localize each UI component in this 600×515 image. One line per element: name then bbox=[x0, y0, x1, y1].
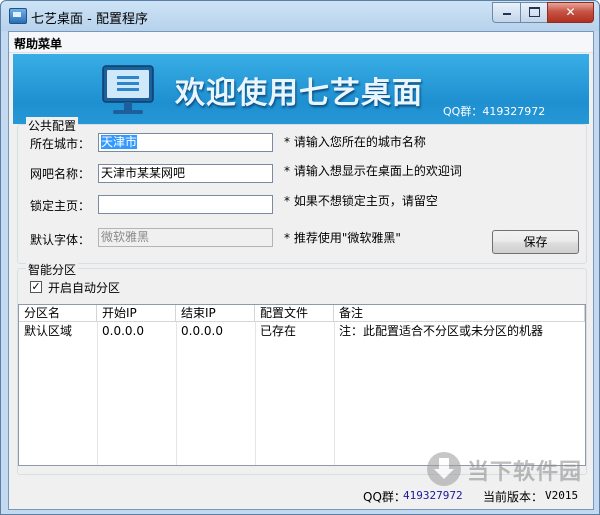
netbar-name-input[interactable]: 天津市某某网吧 bbox=[98, 164, 273, 183]
font-value: 微软雅黑 bbox=[101, 230, 150, 244]
table-header-cell[interactable]: 配置文件 bbox=[255, 305, 334, 322]
close-icon: ✕ bbox=[565, 5, 576, 19]
auto-partition-label[interactable]: 开启自动分区 bbox=[48, 279, 120, 296]
column-partition-name: 分区名 默认区域 bbox=[19, 305, 98, 465]
banner-qq-group: QQ群：419327972 bbox=[443, 105, 546, 118]
city-value: 天津市 bbox=[101, 135, 138, 149]
font-hint: * 推荐使用"微软雅黑" bbox=[284, 231, 401, 245]
table-cell[interactable]: 注：此配置适合不分区或未分区的机器 bbox=[339, 323, 543, 340]
close-button[interactable]: ✕ bbox=[547, 2, 594, 23]
smart-partition-legend: 智能分区 bbox=[26, 261, 79, 278]
status-version-label: 当前版本： bbox=[483, 490, 544, 504]
title-bar[interactable]: 七艺桌面 - 配置程序 ✕ bbox=[1, 1, 599, 31]
status-qq-label: QQ群： bbox=[363, 490, 406, 504]
table-cell[interactable]: 0.0.0.0 bbox=[102, 323, 144, 340]
app-icon bbox=[9, 8, 27, 24]
monitor-icon bbox=[102, 65, 154, 114]
window-title: 七艺桌面 - 配置程序 bbox=[31, 12, 148, 27]
save-button[interactable]: 保存 bbox=[492, 230, 579, 254]
column-end-ip: 结束IP 0.0.0.0 bbox=[176, 305, 256, 465]
column-notes: 备注 注：此配置适合不分区或未分区的机器 bbox=[334, 305, 585, 465]
table-header-cell[interactable]: 结束IP bbox=[176, 305, 255, 322]
font-label: 默认字体： bbox=[30, 233, 91, 247]
maximize-icon bbox=[528, 7, 540, 17]
menu-help[interactable]: 帮助菜单 bbox=[14, 35, 62, 52]
client-area: 帮助菜单 欢迎使用七艺桌面 QQ群：419327972 公共配置 所在城市： 天… bbox=[8, 31, 594, 510]
table-header-cell[interactable]: 开始IP bbox=[97, 305, 176, 322]
homepage-input[interactable] bbox=[98, 195, 273, 214]
table-cell[interactable]: 默认区域 bbox=[24, 323, 72, 340]
table-cell[interactable]: 已存在 bbox=[260, 323, 296, 340]
homepage-hint: * 如果不想锁定主页，请留空 bbox=[284, 194, 438, 208]
table-header-cell[interactable]: 分区名 bbox=[19, 305, 97, 322]
city-label: 所在城市： bbox=[30, 137, 91, 151]
check-icon: ✓ bbox=[31, 280, 41, 293]
status-bar: QQ群： 419327972 当前版本： V2015 bbox=[9, 482, 593, 509]
download-icon bbox=[427, 452, 461, 486]
default-font-input: 微软雅黑 bbox=[98, 228, 273, 247]
minimize-icon bbox=[502, 13, 511, 15]
status-version-value: V2015 bbox=[545, 489, 579, 502]
banner-title: 欢迎使用七艺桌面 bbox=[175, 76, 423, 111]
table-header-cell[interactable]: 备注 bbox=[334, 305, 585, 322]
netbar-hint: * 请输入想显示在桌面上的欢迎词 bbox=[284, 164, 462, 178]
maximize-button[interactable] bbox=[520, 2, 548, 23]
column-start-ip: 开始IP 0.0.0.0 bbox=[97, 305, 177, 465]
netbar-value: 天津市某某网吧 bbox=[101, 166, 186, 180]
minimize-button[interactable] bbox=[492, 2, 521, 23]
column-config-file: 配置文件 已存在 bbox=[255, 305, 335, 465]
netbar-label: 网吧名称： bbox=[30, 167, 91, 181]
table-cell[interactable]: 0.0.0.0 bbox=[181, 323, 223, 340]
menu-bar: 帮助菜单 bbox=[9, 32, 593, 53]
auto-partition-checkbox[interactable]: ✓ bbox=[30, 281, 42, 293]
public-config-group: 公共配置 所在城市： 天津市 * 请输入您所在的城市名称 网吧名称： 天津市某某… bbox=[17, 117, 587, 264]
city-input[interactable]: 天津市 bbox=[98, 133, 273, 152]
app-window: 七艺桌面 - 配置程序 ✕ 帮助菜单 欢迎使用七艺桌面 QQ群：41932797… bbox=[0, 0, 600, 515]
public-config-legend: 公共配置 bbox=[26, 117, 79, 134]
homepage-label: 锁定主页： bbox=[30, 199, 91, 213]
welcome-banner: 欢迎使用七艺桌面 QQ群：419327972 bbox=[13, 54, 589, 124]
city-hint: * 请输入您所在的城市名称 bbox=[284, 135, 426, 149]
partition-table[interactable]: 分区名 默认区域 开始IP 0.0.0.0 结束IP 0.0.0.0 配置文件 … bbox=[18, 304, 586, 466]
status-qq-value: 419327972 bbox=[403, 489, 463, 502]
